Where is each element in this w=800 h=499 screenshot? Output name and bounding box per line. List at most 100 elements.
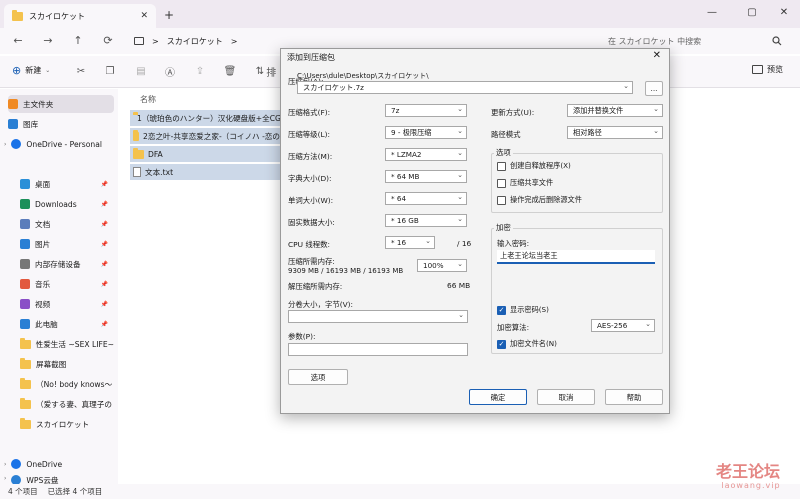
sidebar-item-onedrive-personal[interactable]: › OneDrive - Personal xyxy=(4,135,110,153)
ok-button[interactable]: 确定 xyxy=(469,389,527,405)
chevron-down-icon: ⌄ xyxy=(645,320,651,328)
encryption-method-label: 加密算法: xyxy=(497,323,530,332)
folder-icon xyxy=(20,397,31,409)
sidebar-item-folder[interactable]: 性爱生活 ~SEX LIFE~ xyxy=(20,335,114,353)
folder-icon xyxy=(20,417,31,429)
dictionary-select[interactable]: * 64 MB ⌄ xyxy=(385,170,467,183)
paste-icon[interactable]: ▤ xyxy=(134,64,148,78)
path-mode-select[interactable]: 相对路径 ⌄ xyxy=(567,126,663,139)
solid-size-select[interactable]: * 16 GB ⌄ xyxy=(385,214,467,227)
close-icon[interactable]: ✕ xyxy=(653,50,661,61)
sidebar-item-home[interactable]: 主文件夹 xyxy=(8,95,114,113)
new-button[interactable]: ⊕ 新建 ⌄ xyxy=(12,64,50,77)
browse-button[interactable]: ... xyxy=(645,81,663,96)
archive-name-value: スカイロケット.7z xyxy=(303,82,364,92)
tab-close-icon[interactable]: ✕ xyxy=(140,11,148,21)
sort-button[interactable]: ⇅ 排 xyxy=(254,64,278,79)
copy-icon[interactable]: ❐ xyxy=(103,64,117,78)
show-password-checkbox[interactable]: ✓ 显示密码(S) xyxy=(497,305,549,315)
file-row[interactable]: DFA xyxy=(130,146,280,162)
sfx-checkbox[interactable]: 创建自释放程序(X) xyxy=(497,161,571,171)
dictionary-value: * 64 MB xyxy=(391,172,420,181)
text-file-icon xyxy=(133,167,141,177)
memory-percent-value: 100% xyxy=(423,261,444,270)
sidebar-item-label: （No! body knows～ xyxy=(36,379,113,389)
sidebar-item-music[interactable]: 音乐 📌 xyxy=(20,275,114,293)
sidebar-item-documents[interactable]: 文档 📌 xyxy=(20,215,114,233)
file-row[interactable]: 2恋之叶-共享恋爱之家-（コイノハ -恋の xyxy=(130,128,280,144)
cpu-label: CPU 线程数: xyxy=(288,240,331,249)
folder-icon xyxy=(20,357,31,369)
cancel-button[interactable]: 取消 xyxy=(537,389,595,405)
close-window-button[interactable]: ✕ xyxy=(772,4,796,20)
pin-icon: 📌 xyxy=(100,200,108,208)
options-button[interactable]: 选项 xyxy=(288,369,348,385)
back-button[interactable]: ← xyxy=(10,33,26,47)
chevron-down-icon: ⌄ xyxy=(457,171,463,179)
split-select[interactable]: ⌄ xyxy=(288,310,468,323)
word-size-select[interactable]: * 64 ⌄ xyxy=(385,192,467,205)
encryption-method-select[interactable]: AES-256 ⌄ xyxy=(591,319,655,332)
sidebar-item-pictures[interactable]: 图片 📌 xyxy=(20,235,114,253)
path-mode-value: 相对路径 xyxy=(573,127,602,137)
sidebar-item-downloads[interactable]: Downloads 📌 xyxy=(20,195,114,213)
encryption-method-value: AES-256 xyxy=(597,321,628,330)
encrypt-names-checkbox[interactable]: ✓ 加密文件名(N) xyxy=(497,339,557,349)
help-button[interactable]: 帮助 xyxy=(605,389,663,405)
new-tab-button[interactable]: + xyxy=(164,8,174,22)
tab-skyrocket[interactable]: スカイロケット ✕ xyxy=(4,4,156,28)
computer-icon xyxy=(134,37,144,45)
sidebar-item-folder[interactable]: スカイロケット xyxy=(20,415,114,433)
breadcrumb-chevron[interactable]: > xyxy=(231,37,238,46)
column-header-name[interactable]: 名称 xyxy=(140,94,156,105)
navigation-pane: 主文件夹 图库 › OneDrive - Personal 桌面 📌 Downloa… xyxy=(0,89,118,484)
file-row[interactable]: 文本.txt xyxy=(130,164,280,180)
sidebar-item-folder[interactable]: （No! body knows～ xyxy=(20,375,114,393)
delete-icon[interactable]: 🗑 xyxy=(223,64,237,78)
sidebar-item-videos[interactable]: 视频 📌 xyxy=(20,295,114,313)
chevron-down-icon: ⌄ xyxy=(457,193,463,201)
update-mode-select[interactable]: 添加并替换文件 ⌄ xyxy=(567,104,663,117)
up-button[interactable]: ↑ xyxy=(70,33,86,47)
sidebar-item-label: WPS云盘 xyxy=(26,476,59,484)
sidebar-item-desktop[interactable]: 桌面 📌 xyxy=(20,175,114,193)
preview-button[interactable]: 预览 xyxy=(752,64,783,75)
password-label: 输入密码: xyxy=(497,239,530,248)
sidebar-item-onedrive[interactable]: › OneDrive xyxy=(4,455,110,473)
cut-icon[interactable]: ✂ xyxy=(74,64,88,78)
sort-label: 排 xyxy=(266,67,277,79)
sidebar-item-internal-storage[interactable]: 内部存储设备 📌 xyxy=(20,255,114,273)
options-group-title: 选项 xyxy=(494,147,513,158)
level-select[interactable]: 9 - 极限压缩 ⌄ xyxy=(385,126,467,139)
breadcrumb-separator: > xyxy=(152,36,159,46)
pin-icon: 📌 xyxy=(100,180,108,188)
search-placeholder: 在 スカイロケット 中搜索 xyxy=(608,36,702,46)
delete-after-checkbox[interactable]: 操作完成后删除源文件 xyxy=(497,195,582,205)
password-input[interactable]: 上老王论坛当老王 xyxy=(497,250,655,264)
sidebar-item-gallery[interactable]: 图库 xyxy=(8,115,114,133)
archive-name-field[interactable]: スカイロケット.7z ⌄ xyxy=(297,81,633,94)
sidebar-item-label: OneDrive xyxy=(26,459,63,469)
breadcrumb[interactable]: スカイロケット xyxy=(167,36,223,47)
forward-button[interactable]: → xyxy=(40,33,56,47)
maximize-button[interactable]: ▢ xyxy=(740,4,764,20)
method-select[interactable]: * LZMA2 ⌄ xyxy=(385,148,467,161)
sidebar-item-this-pc[interactable]: 此电脑 📌 xyxy=(20,315,114,333)
format-select[interactable]: 7z ⌄ xyxy=(385,104,467,117)
sidebar-item-folder[interactable]: （爱する妻、真理子の xyxy=(20,395,114,413)
refresh-button[interactable]: ⟳ xyxy=(100,33,116,47)
share-icon[interactable]: ⇪ xyxy=(193,64,207,78)
minimize-button[interactable]: — xyxy=(700,4,724,20)
rename-icon[interactable]: Ⓐ xyxy=(163,64,177,79)
folder-icon xyxy=(133,129,140,141)
sidebar-item-wps[interactable]: › WPS云盘 xyxy=(4,475,110,484)
dialog-title: 添加到压缩包 xyxy=(287,53,335,62)
memory-percent-select[interactable]: 100% ⌄ xyxy=(417,259,467,272)
sidebar-item-label: OneDrive - Personal xyxy=(26,139,102,149)
sidebar-item-folder[interactable]: 屏幕截图 xyxy=(20,355,114,373)
cpu-select[interactable]: * 16 ⌄ xyxy=(385,236,435,249)
chevron-down-icon: ⌄ xyxy=(457,149,463,157)
parameters-input[interactable] xyxy=(288,343,468,356)
shared-files-checkbox[interactable]: 压缩共享文件 xyxy=(497,178,553,188)
file-row[interactable]: 1（琥珀色のハンター）汉化硬盘版+全CG xyxy=(130,110,280,126)
